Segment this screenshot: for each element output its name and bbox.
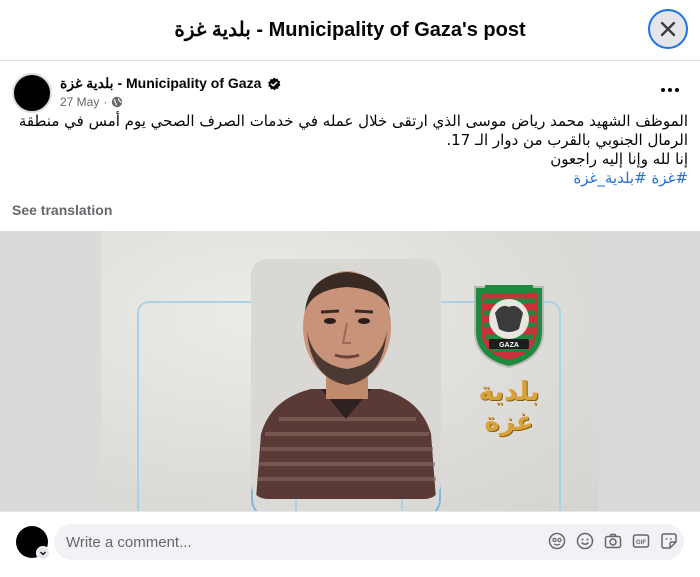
sticker-icon [661,533,677,549]
close-button[interactable] [648,9,688,49]
emoji-button[interactable] [576,532,594,550]
emblem-badge-text: GAZA [499,342,519,349]
chevron-down-icon [40,551,46,556]
portrait-illustration [251,259,441,499]
see-translation-link[interactable]: See translation [12,202,112,218]
page-avatar[interactable] [12,73,52,113]
more-options-icon [661,88,665,92]
gaza-emblem-icon: GAZA [474,285,544,369]
verified-badge-icon [268,77,281,90]
image-content: GAZA بلدية غزة [101,231,599,511]
comment-tools: GIF [548,532,678,550]
gif-button[interactable]: GIF [632,532,650,550]
post-text-line: إنا لله وإنا إليه راجعون [550,150,688,168]
more-dot [668,88,672,92]
camera-button[interactable] [604,532,622,550]
close-icon [660,21,676,37]
author-row: بلدية غزة - Municipality of Gaza [60,75,281,92]
hashtags[interactable]: #غزة #بلدية_غزة [12,169,688,188]
sticker-button[interactable] [660,532,678,550]
more-dot [675,88,679,92]
post-meta: 27 May · [60,95,123,109]
avatar-sticker-icon [548,532,566,550]
profile-switcher[interactable] [36,546,50,560]
dialog-header: بلدية غزة - Municipality of Gaza's post [0,0,700,61]
post-text-line: الرمال الجنوبي بالقرب من دوار الـ 17. [446,131,688,149]
author-name[interactable]: بلدية غزة - Municipality of Gaza [60,75,261,92]
post-text: الموظف الشهيد محمد رياض موسى الذي ارتقى … [12,112,688,188]
svg-text:GIF: GIF [636,540,646,546]
avatar-sticker-button[interactable] [548,532,566,550]
comment-composer: GIF [0,511,700,577]
emblem-caption: بلدية غزة [478,377,540,437]
gif-icon: GIF [632,534,650,548]
globe-icon[interactable] [111,96,123,108]
post-text-line: الموظف الشهيد محمد رياض موسى الذي ارتقى … [18,112,688,130]
portrait-photo [251,259,441,499]
meta-separator: · [103,95,108,109]
more-options-button[interactable] [656,80,684,100]
municipality-emblem: GAZA [471,283,547,369]
dialog-title: بلدية غزة - Municipality of Gaza's post [174,19,526,41]
camera-icon [604,533,622,549]
emoji-icon [576,532,594,550]
post-image[interactable]: GAZA بلدية غزة [0,231,700,511]
post-date[interactable]: 27 May [60,95,99,109]
